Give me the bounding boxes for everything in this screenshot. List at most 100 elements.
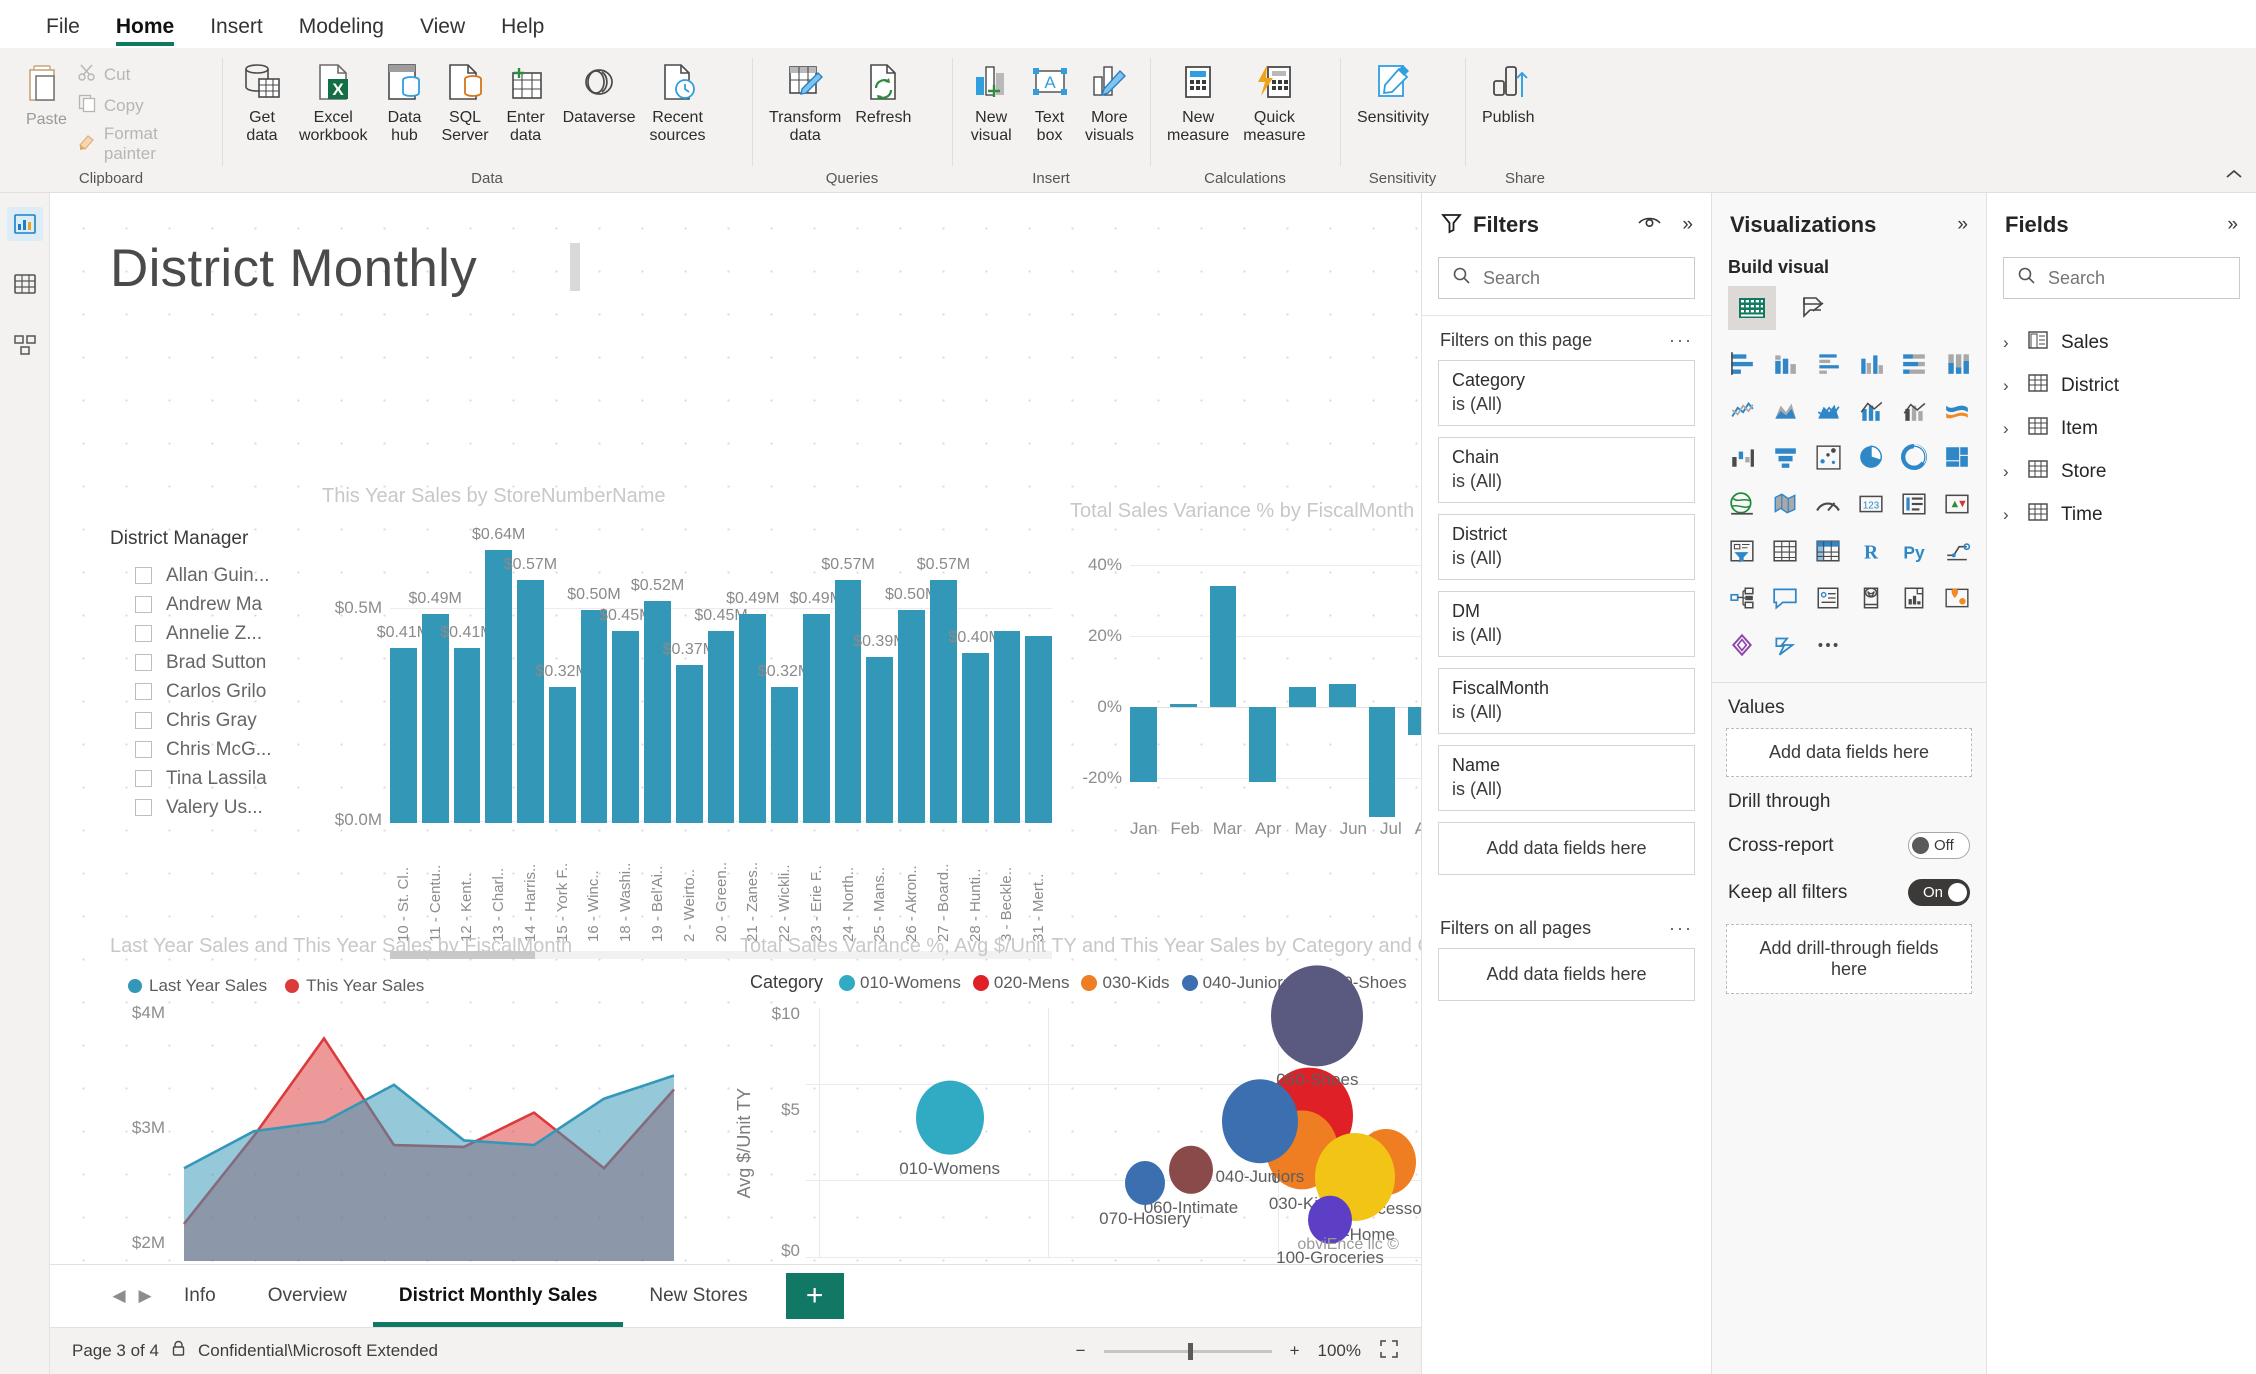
chevrons-right-icon-fields[interactable]: » bbox=[2227, 214, 2238, 236]
slicer-item[interactable]: Brad Sutton bbox=[110, 648, 325, 677]
filter-card[interactable]: FiscalMonth is (All) bbox=[1438, 668, 1695, 734]
slicer-checkbox[interactable] bbox=[135, 683, 152, 700]
page-filters-drop-zone[interactable]: Add data fields here bbox=[1438, 822, 1695, 875]
chevron-right-icon[interactable]: › bbox=[2003, 419, 2015, 439]
metrics-icon[interactable] bbox=[1894, 579, 1933, 617]
bar[interactable] bbox=[771, 686, 798, 823]
bar-column[interactable]: $0.57M bbox=[917, 523, 970, 823]
fields-table-row[interactable]: › Store bbox=[1987, 450, 2256, 493]
variance-bar[interactable] bbox=[1408, 707, 1421, 736]
zoom-slider[interactable] bbox=[1103, 1342, 1272, 1360]
ribbon-chart-icon[interactable] bbox=[1937, 391, 1976, 429]
line-chart-icon[interactable] bbox=[1722, 391, 1761, 429]
menu-item-file[interactable]: File bbox=[28, 15, 98, 48]
slicer-item[interactable]: Allan Guin... bbox=[110, 561, 325, 590]
tab-overview[interactable]: Overview bbox=[242, 1265, 373, 1327]
menu-item-help[interactable]: Help bbox=[483, 15, 562, 48]
bar[interactable] bbox=[612, 631, 640, 823]
paste-button[interactable]: Paste bbox=[16, 54, 77, 129]
bar[interactable] bbox=[1025, 635, 1053, 823]
menu-item-home[interactable]: Home bbox=[98, 15, 192, 48]
fields-table-row[interactable]: › Item bbox=[1987, 407, 2256, 450]
bubble[interactable] bbox=[1221, 1079, 1298, 1164]
card-icon[interactable]: 123 bbox=[1851, 485, 1890, 523]
slicer-item[interactable]: Tina Lassila bbox=[110, 764, 325, 793]
variance-column[interactable] bbox=[1368, 523, 1396, 818]
menu-item-insert[interactable]: Insert bbox=[192, 15, 281, 48]
area-chart-icon[interactable] bbox=[1765, 391, 1804, 429]
chevron-left-icon[interactable]: ◀ bbox=[106, 1286, 132, 1306]
line-clustered-column-chart-icon[interactable] bbox=[1894, 391, 1933, 429]
variance-bar[interactable] bbox=[1289, 687, 1316, 707]
bubble-legend-item[interactable]: 010-Womens bbox=[839, 973, 961, 993]
variance-bar[interactable] bbox=[1368, 707, 1396, 818]
stacked-bar-chart-icon[interactable] bbox=[1722, 344, 1761, 382]
bar-column[interactable]: $0.57M bbox=[821, 523, 875, 823]
bar[interactable] bbox=[644, 601, 671, 823]
filled-map-icon[interactable] bbox=[1765, 485, 1804, 523]
new-measure-button[interactable]: New measure bbox=[1160, 54, 1236, 145]
publish-button[interactable]: Publish bbox=[1475, 54, 1541, 127]
100-stacked-bar-chart-icon[interactable] bbox=[1894, 344, 1933, 382]
slicer-checkbox[interactable] bbox=[135, 712, 152, 729]
sql-server-button[interactable]: SQL Server bbox=[434, 54, 495, 145]
pie-chart-icon[interactable] bbox=[1851, 438, 1890, 476]
fields-search-input[interactable] bbox=[2048, 267, 2226, 289]
excel-workbook-button[interactable]: X Excel workbook bbox=[292, 54, 374, 145]
fields-table-row[interactable]: › District bbox=[1987, 364, 2256, 407]
keep-all-filters-toggle[interactable]: On bbox=[1908, 879, 1970, 906]
variance-chart-visual[interactable]: 40% 20% 0% -20% Jan Feb Mar Apr May Jun Jul Aug bbox=[1070, 523, 1421, 893]
bar[interactable] bbox=[898, 610, 926, 823]
bar[interactable] bbox=[834, 580, 862, 823]
variance-column[interactable] bbox=[1209, 523, 1237, 813]
bubble[interactable] bbox=[1271, 965, 1364, 1067]
report-canvas[interactable]: District Monthly District Manager Allan … bbox=[50, 193, 1421, 1264]
waterfall-chart-icon[interactable] bbox=[1722, 438, 1761, 476]
copy-button[interactable]: Copy bbox=[77, 93, 212, 118]
slicer-checkbox[interactable] bbox=[135, 799, 152, 816]
variance-column[interactable] bbox=[1169, 523, 1197, 813]
bubble[interactable] bbox=[1168, 1145, 1213, 1194]
variance-column[interactable] bbox=[1130, 523, 1157, 813]
area-legend-item[interactable]: Last Year Sales bbox=[128, 976, 267, 996]
menu-item-modeling[interactable]: Modeling bbox=[281, 15, 402, 48]
bar-column[interactable]: $0.45M bbox=[694, 523, 748, 823]
bar-chart-visual[interactable]: $0.5M $0.0M $0.41M $0.49M $0.41M $0.64M $0.5… bbox=[322, 523, 1053, 959]
chevron-right-icon[interactable]: › bbox=[2003, 376, 2015, 396]
bubble[interactable] bbox=[915, 1080, 984, 1156]
chevron-right-icon[interactable]: ▶ bbox=[132, 1286, 158, 1306]
matrix-icon[interactable] bbox=[1808, 532, 1847, 570]
rail-data-view[interactable] bbox=[7, 267, 43, 301]
bar-column[interactable]: $0.32M bbox=[758, 523, 811, 823]
bubble[interactable] bbox=[1124, 1161, 1165, 1205]
chevron-right-icon[interactable]: › bbox=[2003, 462, 2015, 482]
format-tab[interactable] bbox=[1790, 286, 1838, 330]
bar[interactable] bbox=[802, 614, 830, 823]
all-filters-more-button[interactable]: ··· bbox=[1669, 918, 1693, 939]
slicer-checkbox[interactable] bbox=[135, 770, 152, 787]
funnel-chart-icon[interactable] bbox=[1765, 438, 1804, 476]
gauge-icon[interactable] bbox=[1808, 485, 1847, 523]
all-pages-filters-drop-zone[interactable]: Add data fields here bbox=[1438, 948, 1695, 1001]
slicer-item[interactable]: Chris Gray bbox=[110, 706, 325, 735]
sensitivity-button[interactable]: Sensitivity bbox=[1350, 54, 1436, 127]
variance-bar[interactable] bbox=[1169, 704, 1197, 707]
bar[interactable] bbox=[580, 610, 608, 823]
fields-search-box[interactable] bbox=[2003, 257, 2240, 299]
bar[interactable] bbox=[390, 648, 417, 823]
format-painter-button[interactable]: Format painter bbox=[77, 124, 212, 164]
variance-bar[interactable] bbox=[1249, 707, 1276, 782]
area-chart-visual[interactable]: Last Year Sales This Year Sales $4M $3M $… bbox=[110, 938, 750, 1264]
drill-through-drop-zone[interactable]: Add drill-through fields here bbox=[1726, 924, 1972, 994]
chevrons-right-icon-viz[interactable]: » bbox=[1957, 214, 1968, 236]
slicer-checkbox[interactable] bbox=[135, 567, 152, 584]
100-stacked-column-chart-icon[interactable] bbox=[1937, 344, 1976, 382]
bar-column[interactable]: $0.39M bbox=[853, 523, 907, 823]
enter-data-button[interactable]: Enter data bbox=[496, 54, 556, 145]
fields-table-row[interactable]: › Sales bbox=[1987, 321, 2256, 364]
bar-column[interactable]: $0.37M bbox=[663, 523, 716, 823]
filter-card[interactable]: DM is (All) bbox=[1438, 591, 1695, 657]
eye-icon[interactable] bbox=[1637, 215, 1662, 236]
bar[interactable] bbox=[707, 631, 735, 823]
bar[interactable] bbox=[961, 652, 989, 823]
